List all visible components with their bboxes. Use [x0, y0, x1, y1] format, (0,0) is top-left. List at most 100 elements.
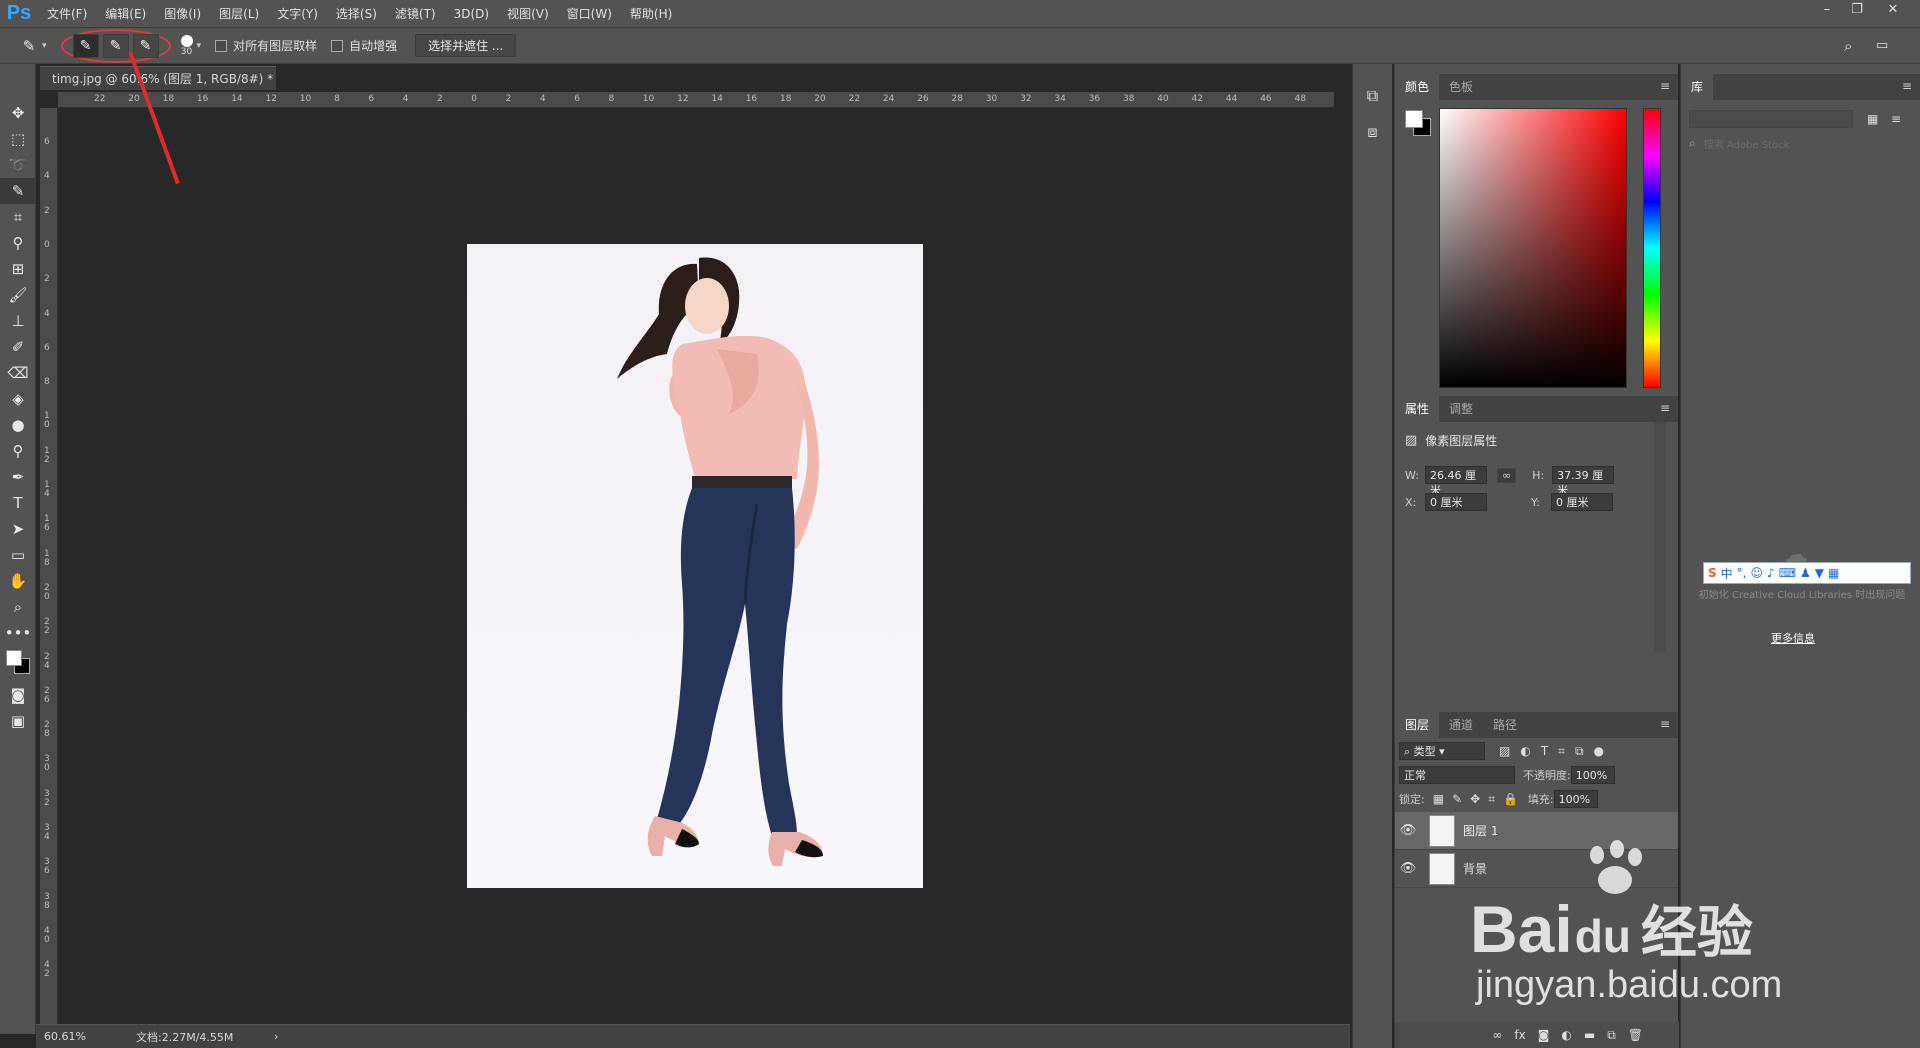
- menu-type[interactable]: 文字(Y): [268, 0, 327, 28]
- quick-selection-tool-icon[interactable]: ✎: [0, 178, 36, 204]
- menu-select[interactable]: 选择(S): [327, 0, 386, 28]
- blur-tool-icon[interactable]: ●: [0, 412, 36, 438]
- keyboard-icon[interactable]: ⌨: [1779, 566, 1796, 580]
- document-image[interactable]: [467, 244, 923, 888]
- tab-channels[interactable]: 通道: [1439, 712, 1483, 738]
- add-to-selection-button[interactable]: ✎: [102, 33, 129, 58]
- eraser-tool-icon[interactable]: ⌫: [0, 360, 36, 386]
- lock-artboard-icon[interactable]: ⌗: [1488, 792, 1495, 807]
- height-field[interactable]: 37.39 厘米: [1552, 466, 1615, 497]
- blend-mode-select[interactable]: 正常: [1399, 766, 1515, 784]
- clone-stamp-tool-icon[interactable]: ⊥: [0, 308, 36, 334]
- filter-smart-object-icon[interactable]: ⧉: [1575, 744, 1584, 759]
- foreground-color-chip[interactable]: [1405, 110, 1423, 128]
- menu-3d[interactable]: 3D(D): [445, 0, 498, 28]
- subtract-from-selection-button[interactable]: ✎: [132, 33, 159, 58]
- tab-swatches[interactable]: 色板: [1439, 74, 1483, 100]
- tab-paths[interactable]: 路径: [1483, 712, 1527, 738]
- menu-image[interactable]: 图像(I): [155, 0, 210, 28]
- dodge-tool-icon[interactable]: ⚲: [0, 438, 36, 464]
- tab-layers[interactable]: 图层: [1395, 712, 1440, 738]
- select-and-mask-button[interactable]: 选择并遮住 ...: [415, 34, 517, 57]
- chevron-down-icon[interactable]: ▾: [42, 41, 47, 51]
- grid-view-icon[interactable]: ▦: [1867, 112, 1878, 126]
- eyedropper-tool-icon[interactable]: ⚲: [0, 230, 36, 256]
- y-field[interactable]: 0 厘米: [1551, 493, 1613, 511]
- mic-icon[interactable]: ♪: [1767, 566, 1775, 580]
- quick-select-tool-preset-icon[interactable]: ✎: [16, 34, 42, 58]
- fill-field[interactable]: 100%: [1553, 790, 1598, 808]
- grid-menu-icon[interactable]: ▦: [1828, 566, 1839, 580]
- type-tool-icon[interactable]: T: [0, 490, 36, 516]
- chevron-right-icon[interactable]: ›: [274, 1030, 278, 1043]
- layer-filter-select[interactable]: ⌕ 类型 ▾: [1399, 742, 1485, 760]
- filter-type-icon[interactable]: T: [1541, 744, 1548, 758]
- brush-tool-icon[interactable]: 🖌: [0, 282, 36, 308]
- chevron-down-icon[interactable]: ▾: [197, 41, 202, 51]
- panel-menu-icon[interactable]: ≡: [1902, 79, 1912, 93]
- healing-brush-tool-icon[interactable]: ⊞: [0, 256, 36, 282]
- menu-layer[interactable]: 图层(L): [210, 0, 268, 28]
- menu-edit[interactable]: 编辑(E): [96, 0, 155, 28]
- lock-position-icon[interactable]: ✥: [1470, 792, 1480, 806]
- stock-search-input[interactable]: 搜索 Adobe Stock: [1704, 136, 1790, 151]
- menu-view[interactable]: 视图(V): [498, 0, 558, 28]
- user-icon[interactable]: ♟: [1800, 566, 1811, 580]
- stock-search[interactable]: ⌕ 搜索 Adobe Stock: [1689, 136, 1920, 151]
- tab-properties[interactable]: 属性: [1395, 396, 1440, 422]
- marquee-tool-icon[interactable]: ⬚: [0, 126, 36, 152]
- history-panel-icon[interactable]: ⧉: [1353, 86, 1392, 106]
- minimize-button[interactable]: –: [1812, 0, 1842, 20]
- more-info-link[interactable]: 更多信息: [1771, 630, 1815, 646]
- quick-mask-icon[interactable]: ◙: [0, 682, 36, 708]
- menu-help[interactable]: 帮助(H): [621, 0, 681, 28]
- panel-menu-icon[interactable]: ≡: [1660, 401, 1670, 415]
- filter-toggle-icon[interactable]: ●: [1594, 744, 1604, 758]
- tab-adjustments[interactable]: 调整: [1439, 396, 1483, 422]
- rectangle-tool-icon[interactable]: ▭: [0, 542, 36, 568]
- move-tool-icon[interactable]: ✥: [0, 100, 36, 126]
- skin-icon[interactable]: ▼: [1815, 566, 1824, 580]
- filter-adjustment-icon[interactable]: ◐: [1520, 744, 1530, 758]
- sample-all-layers-checkbox[interactable]: [215, 39, 228, 52]
- ime-punct[interactable]: °,: [1737, 566, 1747, 580]
- lock-all-icon[interactable]: 🔒: [1503, 792, 1518, 806]
- properties-scrollbar[interactable]: [1654, 422, 1666, 652]
- filter-pixel-icon[interactable]: ▨: [1499, 744, 1510, 758]
- screen-mode-icon[interactable]: ▣: [0, 708, 36, 734]
- panel-menu-icon[interactable]: ≡: [1660, 717, 1670, 731]
- ime-toolbar[interactable]: S 中 °, ☺ ♪ ⌨ ♟ ▼ ▦: [1703, 562, 1911, 584]
- foreground-color-swatch[interactable]: [6, 650, 22, 666]
- eye-icon[interactable]: 👁: [1395, 861, 1421, 876]
- document-tab[interactable]: timg.jpg @ 60.6% (图层 1, RGB/8#) * ×: [40, 66, 276, 110]
- path-selection-tool-icon[interactable]: ➤: [0, 516, 36, 542]
- auto-enhance-checkbox[interactable]: [331, 39, 344, 52]
- properties-panel-icon[interactable]: ⧈: [1353, 122, 1392, 142]
- history-brush-tool-icon[interactable]: ✐: [0, 334, 36, 360]
- panel-menu-icon[interactable]: ≡: [1660, 79, 1670, 93]
- new-selection-button[interactable]: ✎: [72, 33, 99, 58]
- more-tools-icon[interactable]: •••: [0, 620, 36, 646]
- width-field[interactable]: 26.46 厘米: [1425, 466, 1487, 497]
- link-icon[interactable]: ∞: [1497, 467, 1517, 483]
- lock-transparent-icon[interactable]: ▦: [1433, 792, 1444, 806]
- zoom-level[interactable]: 60.61%: [44, 1030, 114, 1043]
- color-field[interactable]: [1439, 108, 1627, 388]
- ime-mode-label[interactable]: 中: [1721, 565, 1733, 582]
- filter-shape-icon[interactable]: ⌗: [1558, 744, 1565, 759]
- eye-icon[interactable]: 👁: [1395, 823, 1421, 838]
- x-field[interactable]: 0 厘米: [1425, 493, 1487, 511]
- paint-bucket-tool-icon[interactable]: ◈: [0, 386, 36, 412]
- search-icon[interactable]: ⌕: [1844, 37, 1852, 55]
- close-button[interactable]: ✕: [1878, 0, 1908, 20]
- pen-tool-icon[interactable]: ✒: [0, 464, 36, 490]
- crop-tool-icon[interactable]: ⌗: [0, 204, 36, 230]
- tab-color[interactable]: 颜色: [1395, 74, 1440, 100]
- restore-button[interactable]: ❐: [1842, 0, 1872, 20]
- tab-libraries[interactable]: 库: [1681, 74, 1714, 100]
- lasso-tool-icon[interactable]: ➰: [0, 152, 36, 178]
- list-view-icon[interactable]: ≡: [1891, 112, 1901, 126]
- menu-file[interactable]: 文件(F): [38, 0, 96, 28]
- hue-slider[interactable]: [1643, 108, 1661, 388]
- library-select[interactable]: [1689, 110, 1853, 128]
